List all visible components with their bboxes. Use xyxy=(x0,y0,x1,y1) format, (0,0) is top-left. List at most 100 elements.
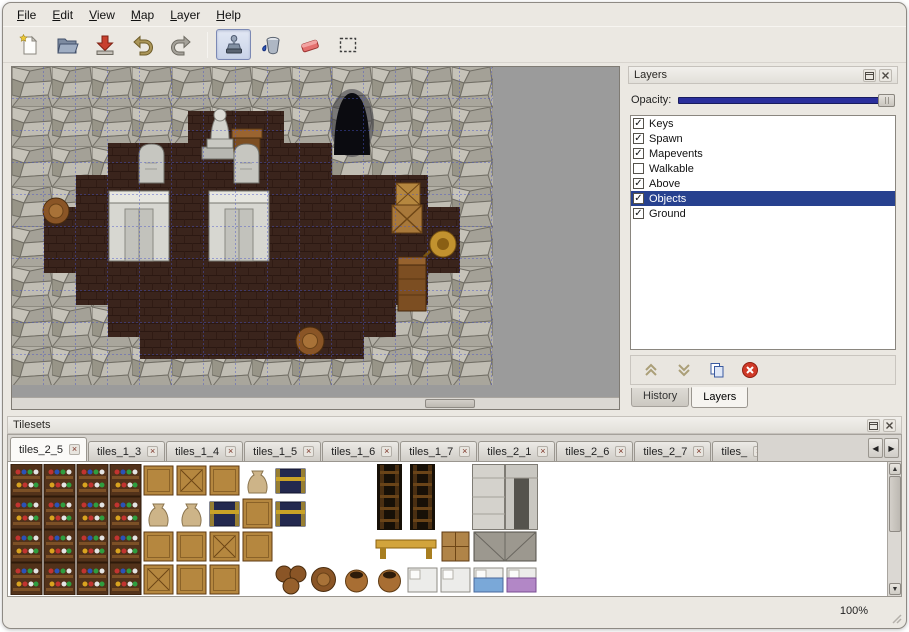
tab-close-icon[interactable]: × xyxy=(303,446,314,457)
fill-tool-button[interactable] xyxy=(254,29,289,60)
tab-close-icon[interactable]: × xyxy=(147,446,158,457)
dock-float-button[interactable] xyxy=(867,419,880,432)
tab-close-icon[interactable]: × xyxy=(381,446,392,457)
statusbar: 100% xyxy=(3,597,906,628)
redo-button[interactable] xyxy=(163,29,198,60)
float-icon xyxy=(864,70,875,81)
open-map-button[interactable] xyxy=(49,29,84,60)
layer-visibility-checkbox[interactable]: ✓ xyxy=(633,148,644,159)
close-icon xyxy=(884,420,895,431)
map-view[interactable] xyxy=(11,66,620,410)
stamp-tool-button[interactable] xyxy=(216,29,251,60)
tab-close-icon[interactable]: × xyxy=(537,446,548,457)
tab-close-icon[interactable]: × xyxy=(459,446,470,457)
save-map-button[interactable] xyxy=(87,29,122,60)
layer-visibility-checkbox[interactable]: ✓ xyxy=(633,178,644,189)
zoom-level: 100% xyxy=(840,605,868,617)
layers-dock-tabs: HistoryLayers xyxy=(628,388,898,410)
tab-close-icon[interactable]: × xyxy=(693,446,704,457)
layers-dock-titlebar: Layers xyxy=(628,66,898,84)
map-horizontal-scrollbar[interactable] xyxy=(12,397,619,409)
layer-row-keys[interactable]: ✓ Keys xyxy=(631,116,895,131)
tab-close-icon[interactable]: × xyxy=(753,446,758,457)
layer-name-label: Spawn xyxy=(649,133,683,145)
layer-visibility-checkbox[interactable]: ✓ xyxy=(633,193,644,204)
opacity-slider-handle[interactable] xyxy=(878,94,895,107)
tileset-tab-label: tiles_ xyxy=(721,446,747,458)
menu-help[interactable]: Help xyxy=(208,5,249,25)
layer-visibility-checkbox[interactable] xyxy=(633,163,644,174)
rect-select-tool-button[interactable] xyxy=(330,29,365,60)
tileset-tab-tiles_2_6[interactable]: tiles_2_6× xyxy=(556,441,633,461)
tab-close-icon[interactable]: × xyxy=(225,446,236,457)
lower-layer-button[interactable] xyxy=(673,359,695,381)
raise-layer-button[interactable] xyxy=(640,359,662,381)
dock-close-button[interactable] xyxy=(883,419,896,432)
delete-layer-button[interactable] xyxy=(739,359,761,381)
tileset-image[interactable] xyxy=(10,464,544,595)
menu-map[interactable]: Map xyxy=(123,5,162,25)
scroll-up-button[interactable]: ▲ xyxy=(889,463,901,475)
tileset-tab-label: tiles_1_3 xyxy=(97,446,141,458)
scrollbar-thumb[interactable] xyxy=(425,399,475,408)
tileset-tab-label: tiles_1_5 xyxy=(253,446,297,458)
layer-row-mapevents[interactable]: ✓Mapevents xyxy=(631,146,895,161)
tileset-tab-tiles_1_4[interactable]: tiles_1_4 × xyxy=(166,441,243,461)
layer-row-spawn[interactable]: ✓ Spawn xyxy=(631,131,895,146)
eraser-tool-button[interactable] xyxy=(292,29,327,60)
tabs-scroll-right-button[interactable]: ▶ xyxy=(884,438,899,458)
duplicate-layer-icon xyxy=(708,361,726,379)
editor-grid-overlay xyxy=(12,67,493,385)
scrollbar-thumb[interactable] xyxy=(889,476,901,532)
tileset-tab-label: tiles_1_6 xyxy=(331,446,375,458)
scroll-down-button[interactable]: ▼ xyxy=(889,583,901,595)
tileset-tab-label: tiles_1_7 xyxy=(409,446,453,458)
undo-button[interactable] xyxy=(125,29,160,60)
tileset-vertical-scrollbar[interactable]: ▲ ▼ xyxy=(887,462,901,596)
layer-name-label: Ground xyxy=(649,208,686,220)
opacity-slider-track[interactable] xyxy=(678,97,893,104)
tilesets-dock-title: Tilesets xyxy=(13,419,51,431)
dock-tab-layers[interactable]: Layers xyxy=(691,387,748,408)
opacity-slider[interactable] xyxy=(678,94,895,107)
tileset-view[interactable]: ▲ ▼ xyxy=(7,461,902,597)
tileset-tab-label: tiles_1_4 xyxy=(175,446,219,458)
menu-layer[interactable]: Layer xyxy=(162,5,208,25)
dock-float-button[interactable] xyxy=(863,69,876,82)
toolbar xyxy=(3,26,906,63)
menu-file[interactable]: File xyxy=(9,5,44,25)
layer-visibility-checkbox[interactable]: ✓ xyxy=(633,208,644,219)
tileset-tab-tiles_[interactable]: tiles_ × xyxy=(712,441,758,461)
layer-list[interactable]: ✓Keys✓Spawn✓MapeventsWalkable✓Above✓Obje… xyxy=(630,115,896,350)
rect-select-tool-icon xyxy=(336,33,360,57)
arrow-up-icon: ▲ xyxy=(892,466,899,473)
menu-edit[interactable]: Edit xyxy=(44,5,81,25)
tileset-tab-tiles_2_7[interactable]: tiles_2_7× xyxy=(634,441,711,461)
menu-view[interactable]: View xyxy=(81,5,123,25)
layer-name-label: Objects xyxy=(649,193,686,205)
map-canvas[interactable] xyxy=(12,67,619,397)
tileset-tab-tiles_1_3[interactable]: tiles_1_3 × xyxy=(88,441,165,461)
undo-icon xyxy=(131,33,155,57)
layer-row-walkable[interactable]: Walkable xyxy=(631,161,895,176)
layer-name-label: Keys xyxy=(649,118,673,130)
tileset-tab-tiles_2_1[interactable]: tiles_2_1× xyxy=(478,441,555,461)
tileset-tab-tiles_2_5[interactable]: tiles_2_5× xyxy=(10,437,87,461)
layer-row-above[interactable]: ✓Above xyxy=(631,176,895,191)
map-image xyxy=(12,67,493,385)
tab-close-icon[interactable]: × xyxy=(615,446,626,457)
layer-visibility-checkbox[interactable]: ✓ xyxy=(633,118,644,129)
new-map-button[interactable] xyxy=(11,29,46,60)
tabs-scroll-left-button[interactable]: ◀ xyxy=(868,438,883,458)
duplicate-layer-button[interactable] xyxy=(706,359,728,381)
layer-row-ground[interactable]: ✓ Ground xyxy=(631,206,895,221)
tileset-tab-tiles_1_5[interactable]: tiles_1_5 × xyxy=(244,441,321,461)
dock-close-button[interactable] xyxy=(879,69,892,82)
resize-grip[interactable] xyxy=(889,611,902,624)
tileset-tab-tiles_1_6[interactable]: tiles_1_6 × xyxy=(322,441,399,461)
layer-visibility-checkbox[interactable]: ✓ xyxy=(633,133,644,144)
tileset-tab-tiles_1_7[interactable]: tiles_1_7 × xyxy=(400,441,477,461)
tab-close-icon[interactable]: × xyxy=(69,444,80,455)
layer-row-objects[interactable]: ✓ Objects xyxy=(631,191,895,206)
dock-tab-history[interactable]: History xyxy=(631,388,689,407)
